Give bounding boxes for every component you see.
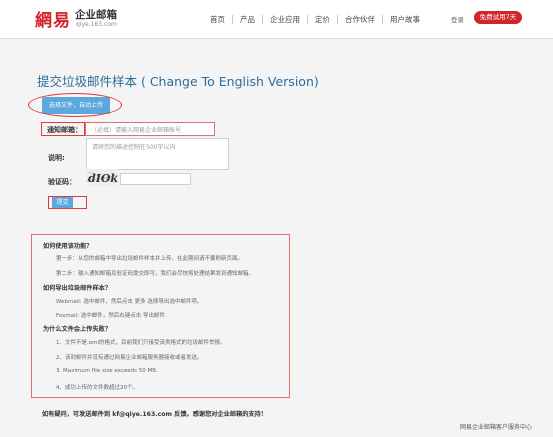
logo-title: 企业邮箱 [75, 9, 117, 21]
login-link[interactable]: 登录 [451, 14, 464, 24]
nav-user-stories[interactable]: 用户故事 [383, 14, 427, 25]
help-step-2: 第二步：输入通知邮箱及验证码提交即可，我们会尽快将处理结果发到通知邮箱。 [56, 271, 255, 277]
help-foxmail-instruction: Foxmail: 选中邮件，然后右键点击 导出邮件. [56, 313, 167, 319]
nav-enterprise-apps[interactable]: 企业应用 [263, 14, 307, 25]
captcha-image[interactable]: dIOk [86, 169, 118, 186]
captcha-label: 验证码： [48, 178, 76, 186]
main-nav: 首页 产品 企业应用 定价 合作伙伴 用户故事 [203, 13, 427, 25]
captcha-noise-graphic: dIOk [86, 171, 118, 185]
help-question-upload-fail: 为什么文件会上传失败？ [43, 326, 112, 333]
free-trial-button[interactable]: 免费试用7天 [474, 11, 522, 24]
help-webmail-instruction: Webmail: 选中邮件，然后点击 更多 选择导出选中邮件项。 [56, 299, 203, 305]
annotation-oval [28, 93, 122, 117]
description-textarea[interactable]: 请将您的描述控制在500字以内 [86, 138, 229, 170]
logo-subtitle: qiye.163.com [76, 21, 117, 28]
annotation-box [85, 122, 215, 136]
nav-home[interactable]: 首页 [203, 14, 232, 25]
help-question-export: 如何导出垃圾邮件样本？ [43, 285, 112, 292]
notify-email-label: 通知邮箱： [47, 126, 82, 134]
nav-partners[interactable]: 合作伙伴 [338, 14, 382, 25]
contact-note: 如有疑问，可发送邮件到 kf@qiye.163.com 反馈。感谢您对企业邮箱的… [42, 411, 267, 418]
help-reason-3: 3. Maximum file size exceeds 50 MB. [56, 368, 158, 374]
nav-product[interactable]: 产品 [233, 14, 262, 25]
help-reason-4: 4、成功上传的文件数超过20个。 [56, 385, 138, 391]
description-label: 说明: [48, 154, 65, 162]
help-step-1: 第一步：从您的邮箱中导出垃圾邮件样本并上传，在此期间请不要刷新页面。 [56, 256, 244, 262]
help-panel: 如何使用该功能？ 第一步：从您的邮箱中导出垃圾邮件样本并上传，在此期间请不要刷新… [31, 234, 290, 398]
captcha-input[interactable] [120, 173, 191, 185]
logo-mark: 網易 [35, 11, 71, 31]
help-reason-2: 2、该封邮件并没有通过网易企业邮箱服务器接收或者发送。 [56, 355, 203, 361]
annotation-box [48, 196, 87, 209]
customer-service-link[interactable]: 网易企业邮箱客户服务中心 [460, 422, 532, 431]
nav-pricing[interactable]: 定价 [308, 14, 337, 25]
page-title[interactable]: 提交垃圾邮件样本 ( Change To English Version) [37, 71, 319, 90]
top-header: 網易 企业邮箱 qiye.163.com 首页 产品 企业应用 定价 合作伙伴 … [0, 0, 553, 39]
help-reason-1: 1、文件不是.eml的格式，目前我们只接受该类格式的垃圾邮件举报。 [56, 340, 226, 346]
help-question-usage: 如何使用该功能？ [43, 243, 93, 250]
captcha-text: dIOk [88, 172, 118, 185]
